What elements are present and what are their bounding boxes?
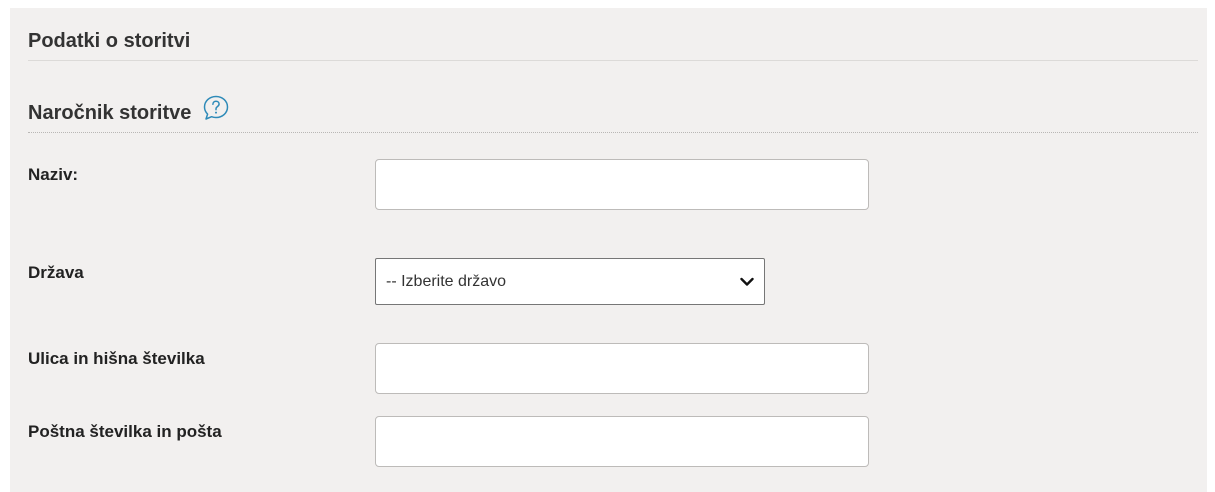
subsection-divider	[28, 132, 1198, 133]
help-icon[interactable]	[202, 94, 230, 122]
postal-input[interactable]	[375, 416, 869, 467]
name-input[interactable]	[375, 159, 869, 210]
country-label: Država	[28, 263, 84, 282]
street-label: Ulica in hišna številka	[28, 349, 205, 368]
name-label: Naziv:	[28, 165, 79, 184]
country-select[interactable]: -- Izberite državo	[375, 258, 765, 305]
section-divider	[28, 60, 1198, 61]
chevron-down-icon	[740, 277, 754, 286]
postal-label: Poštna številka in pošta	[28, 422, 222, 441]
customer-subsection-header: Naročnik storitve	[28, 95, 230, 125]
service-data-panel: Podatki o storitvi Naročnik storitve Naz…	[10, 8, 1207, 492]
street-input[interactable]	[375, 343, 869, 394]
country-select-value: -- Izberite državo	[386, 272, 507, 290]
customer-subsection-title: Naročnik storitve	[28, 102, 192, 124]
section-title: Podatki o storitvi	[28, 30, 191, 52]
